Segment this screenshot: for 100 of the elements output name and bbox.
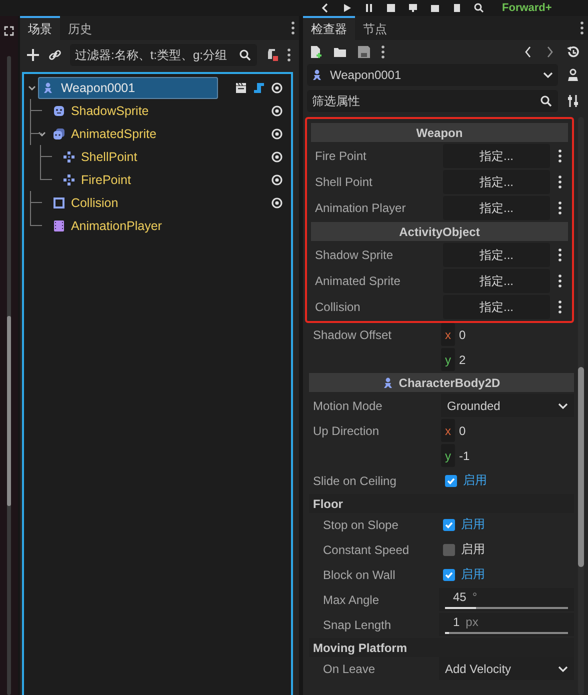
eye-icon[interactable] bbox=[270, 128, 283, 140]
more-icon[interactable] bbox=[380, 45, 385, 59]
axis-label: x bbox=[440, 323, 455, 346]
filter-field[interactable]: 过滤器:名称、t:类型、g:分组 bbox=[70, 44, 257, 66]
back-icon[interactable] bbox=[320, 3, 330, 13]
checkbox-label: 启用 bbox=[460, 541, 485, 558]
dropdown[interactable]: Add Velocity bbox=[438, 657, 574, 680]
tab[interactable]: 历史 bbox=[60, 16, 100, 40]
axis-label: y bbox=[440, 348, 455, 371]
property-label: Animation Player bbox=[314, 200, 407, 215]
chevron-down-icon bbox=[558, 400, 568, 410]
new-document-icon[interactable] bbox=[308, 45, 323, 59]
sliders-icon[interactable] bbox=[566, 94, 580, 108]
assign-button[interactable]: 指定... bbox=[442, 269, 550, 293]
property-label: Max Angle bbox=[322, 592, 380, 607]
section-header[interactable]: Weapon bbox=[310, 123, 568, 142]
tree-item[interactable]: AnimationPlayer bbox=[48, 214, 167, 236]
chevron-down-icon bbox=[543, 70, 553, 80]
object-selector[interactable]: Weapon0001 bbox=[306, 64, 558, 86]
link-icon[interactable] bbox=[48, 48, 62, 62]
chevron-down-icon bbox=[558, 664, 568, 674]
number-field[interactable]: 0 bbox=[458, 424, 466, 438]
checkbox[interactable] bbox=[442, 518, 455, 530]
folder-icon[interactable] bbox=[332, 45, 347, 59]
tree-item[interactable]: Collision bbox=[48, 192, 124, 214]
monitor-icon[interactable] bbox=[408, 3, 418, 13]
eye-icon[interactable] bbox=[270, 174, 283, 186]
property-label: Up Direction bbox=[312, 423, 380, 438]
search-icon[interactable] bbox=[474, 3, 484, 13]
checkbox-label: 启用 bbox=[462, 472, 487, 489]
number-field[interactable]: -1 bbox=[458, 448, 470, 462]
document-icon[interactable] bbox=[452, 3, 462, 13]
expand-icon[interactable] bbox=[4, 26, 14, 36]
checkbox[interactable] bbox=[442, 568, 455, 580]
tree-item[interactable]: FirePoint bbox=[58, 168, 136, 190]
assign-button[interactable]: 指定... bbox=[442, 243, 550, 267]
number-field[interactable]: 2 bbox=[458, 352, 466, 366]
more-icon[interactable] bbox=[290, 21, 295, 35]
property-label: Shell Point bbox=[314, 174, 374, 189]
eye-icon[interactable] bbox=[270, 104, 283, 116]
eye-icon[interactable] bbox=[270, 82, 283, 94]
checkbox[interactable] bbox=[444, 474, 457, 486]
property-label: Shadow Offset bbox=[312, 327, 392, 342]
character-node-icon bbox=[312, 69, 324, 81]
tab[interactable]: 检查器 bbox=[302, 16, 355, 40]
more-icon[interactable] bbox=[558, 175, 562, 189]
assign-button[interactable]: 指定... bbox=[442, 170, 550, 194]
section-header[interactable]: ActivityObject bbox=[310, 222, 568, 241]
scrollbar[interactable] bbox=[6, 56, 11, 695]
tree-item[interactable]: ShadowSprite bbox=[48, 100, 154, 122]
more-icon[interactable] bbox=[558, 201, 562, 215]
property-label: Collision bbox=[314, 299, 362, 314]
property-label: Constant Speed bbox=[322, 542, 410, 557]
slider-value[interactable]: 1 bbox=[452, 615, 460, 629]
eye-icon[interactable] bbox=[270, 150, 283, 162]
tab[interactable]: 节点 bbox=[354, 16, 395, 40]
character-node-icon bbox=[382, 376, 395, 388]
property-label: Shadow Sprite bbox=[314, 247, 394, 262]
clapperboard-icon[interactable] bbox=[234, 82, 247, 94]
section-title: CharacterBody2D bbox=[398, 376, 500, 390]
slider-value[interactable]: 45 bbox=[452, 590, 466, 604]
play-icon[interactable] bbox=[342, 3, 352, 13]
checkbox-label: 启用 bbox=[460, 516, 485, 533]
dropdown[interactable]: Grounded bbox=[440, 394, 574, 417]
more-icon[interactable] bbox=[580, 21, 584, 35]
character-node-icon bbox=[42, 82, 55, 94]
stop-icon[interactable] bbox=[386, 3, 396, 13]
script-icon[interactable] bbox=[252, 82, 265, 94]
save-icon[interactable] bbox=[356, 45, 371, 59]
scrollbar[interactable] bbox=[578, 117, 584, 695]
search-icon[interactable] bbox=[238, 49, 251, 61]
more-icon[interactable] bbox=[558, 248, 562, 262]
assign-button[interactable]: 指定... bbox=[442, 196, 550, 220]
pause-icon[interactable] bbox=[364, 3, 374, 13]
property-filter-field[interactable]: 筛选属性 bbox=[306, 90, 558, 112]
more-icon[interactable] bbox=[558, 149, 562, 163]
assign-button[interactable]: 指定... bbox=[442, 295, 550, 319]
number-field[interactable]: 0 bbox=[458, 328, 466, 342]
more-icon[interactable] bbox=[558, 274, 562, 288]
film-icon bbox=[52, 220, 65, 232]
animated-sprite-icon bbox=[52, 128, 65, 140]
property-label: Snap Length bbox=[322, 617, 392, 632]
section-header[interactable]: CharacterBody2D bbox=[308, 373, 574, 392]
square-outline-icon bbox=[52, 196, 65, 208]
marker-icon bbox=[62, 150, 75, 162]
history-icon[interactable] bbox=[566, 45, 580, 59]
axis-label: x bbox=[440, 419, 455, 442]
checkbox-label: 启用 bbox=[460, 566, 485, 583]
checkbox[interactable] bbox=[442, 544, 455, 556]
tree-item[interactable]: Weapon0001 bbox=[38, 76, 218, 98]
unit-label: ° bbox=[472, 590, 478, 604]
eye-icon[interactable] bbox=[270, 196, 283, 208]
more-icon[interactable] bbox=[286, 48, 291, 62]
plus-icon[interactable] bbox=[26, 48, 40, 62]
more-icon[interactable] bbox=[558, 300, 562, 314]
tab[interactable]: 场景 bbox=[20, 16, 60, 40]
tree-item[interactable]: AnimatedSprite bbox=[48, 122, 162, 144]
assign-button[interactable]: 指定... bbox=[442, 144, 550, 168]
tree-item[interactable]: ShellPoint bbox=[58, 146, 142, 168]
renderer-dropdown[interactable]: Forward+ bbox=[502, 2, 552, 14]
